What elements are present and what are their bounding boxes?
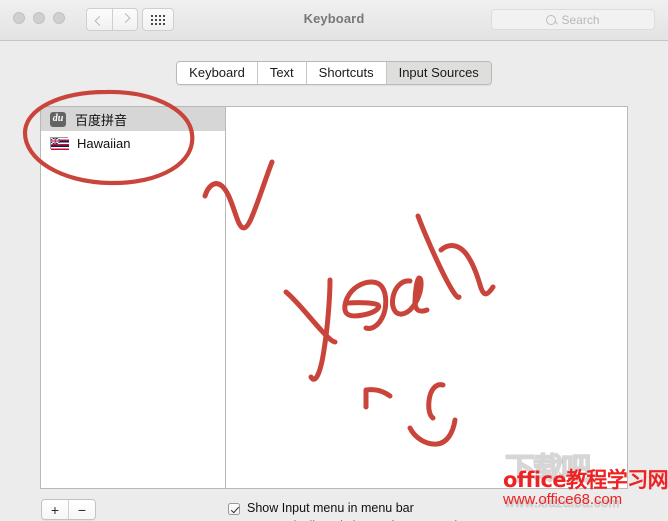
window-titlebar: Keyboard Search <box>0 0 668 41</box>
tab-input-sources[interactable]: Input Sources <box>386 62 491 84</box>
list-item-hawaiian[interactable]: Hawaiian <box>41 131 225 155</box>
tab-text[interactable]: Text <box>257 62 307 84</box>
tab-group: Keyboard Text Shortcuts Input Sources <box>176 61 492 85</box>
list-item-label: 百度拼音 <box>75 113 128 129</box>
search-field[interactable]: Search <box>491 9 655 30</box>
preferences-window: Keyboard Search Keyboard Text Shortcuts … <box>0 0 668 521</box>
hawaiian-flag-icon <box>50 137 69 150</box>
preferences-content: Keyboard Text Shortcuts Input Sources du… <box>0 41 668 521</box>
watermark-line1: office教程学习网 <box>503 468 668 492</box>
du-icon: du <box>50 111 66 127</box>
list-item-label: Hawaiian <box>77 135 131 151</box>
search-inner: Search <box>546 12 600 27</box>
tab-bar: Keyboard Text Shortcuts Input Sources <box>0 61 668 85</box>
input-sources-panels: du 百度拼音 Hawaiian <box>40 106 628 489</box>
search-placeholder: Search <box>561 12 600 27</box>
tab-keyboard[interactable]: Keyboard <box>177 62 258 84</box>
list-add-remove-controls: + − <box>41 499 96 520</box>
checkbox-show-input-menu[interactable] <box>228 503 240 515</box>
list-item-baidu-pinyin[interactable]: du 百度拼音 <box>41 107 225 131</box>
search-icon <box>546 14 557 25</box>
option-label: Show Input menu in menu bar <box>247 501 414 515</box>
input-source-detail-canvas[interactable] <box>226 107 627 488</box>
input-source-list[interactable]: du 百度拼音 Hawaiian <box>41 107 226 488</box>
remove-input-source-button[interactable]: − <box>69 500 95 519</box>
site-watermark: office教程学习网 www.office68.com <box>503 468 668 508</box>
tab-shortcuts[interactable]: Shortcuts <box>306 62 387 84</box>
watermark-line2: www.office68.com <box>503 491 623 508</box>
add-input-source-button[interactable]: + <box>42 500 69 519</box>
